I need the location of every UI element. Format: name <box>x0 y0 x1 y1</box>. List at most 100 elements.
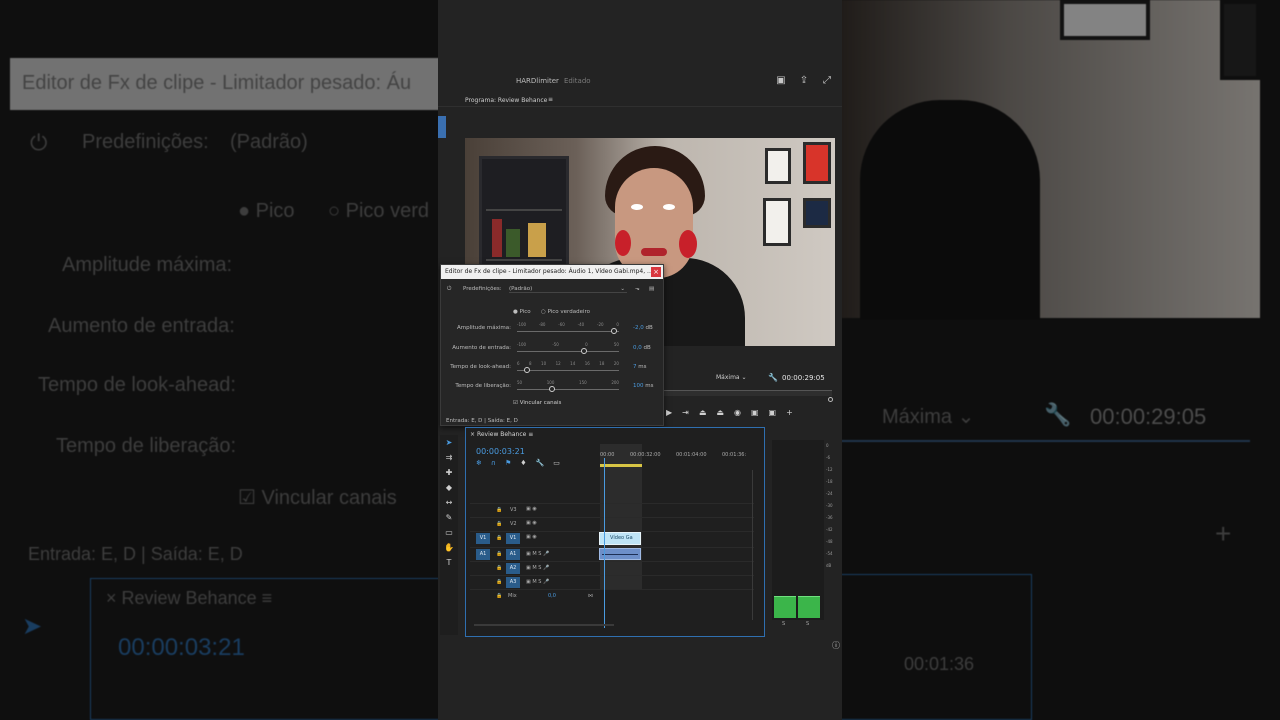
param-slider[interactable]: -100 -80 -60 -40 -20 0 <box>517 322 619 334</box>
video-clip[interactable]: Vídeo Ga <box>599 532 641 545</box>
timeline-toggles[interactable]: ❄∩⚑♦🔧▭ <box>476 459 569 467</box>
settings-wrench-icon[interactable]: 🔧 <box>768 373 778 382</box>
param-slider[interactable]: -100 -50 0 50 <box>517 342 619 354</box>
param-value[interactable]: 100 ms <box>633 383 653 389</box>
program-monitor-title: Programa: Review Behance <box>465 97 548 104</box>
radio-true-peak[interactable]: ○ Pico verdadeiro <box>541 309 590 315</box>
program-duration: 00:00:29:05 <box>782 374 825 382</box>
power-icon[interactable]: ⏻ <box>447 286 451 293</box>
subject-face <box>615 168 693 278</box>
source-patch-a1[interactable]: A1 <box>476 549 490 560</box>
delete-preset-icon[interactable]: ▤ <box>649 286 654 292</box>
project-separator: - <box>554 77 557 85</box>
param-value[interactable]: -2,0 dB <box>633 325 653 331</box>
info-icon[interactable]: ⓘ <box>832 640 840 651</box>
track-v3: 🔒 V3 ▣ ◉ <box>470 503 754 517</box>
title-bar: HARDlimiter - Editado ▣ ⇪ ⤢ <box>438 72 842 92</box>
meter-solo-right[interactable]: S <box>806 621 809 627</box>
slip-tool-icon[interactable]: ↔ <box>443 497 455 509</box>
param-value[interactable]: 0,0 dB <box>633 345 651 351</box>
meter-left <box>774 596 796 618</box>
param-label: Tempo de look-ahead: <box>450 364 511 370</box>
earring-left <box>615 230 631 256</box>
razor-tool-icon[interactable]: ◆ <box>443 482 455 494</box>
program-menu-icon[interactable]: ≡ <box>548 96 553 103</box>
clip-fx-editor-dialog: Editor de Fx de clipe - Limitador pesado… <box>440 264 664 426</box>
pen-tool-icon[interactable]: ✎ <box>443 512 455 524</box>
lock-icon[interactable]: 🔒 <box>496 535 502 541</box>
entry-status: Entrada: E, D | Saída: E, D <box>446 418 518 424</box>
background-left: Editor de Fx de clipe - Limitador pesado… <box>0 0 440 720</box>
timeline-tab[interactable]: × Review Behance ≡ <box>470 431 533 438</box>
dialog-title: Editor de Fx de clipe - Limitador pesado… <box>445 268 653 275</box>
left-panel-edge <box>438 116 446 138</box>
slider-knob[interactable] <box>548 386 555 392</box>
mix-end-icon[interactable]: ⋈ <box>588 593 593 599</box>
workspace-icon[interactable]: ▣ <box>775 75 787 87</box>
project-name: HARDlimiter <box>516 77 559 85</box>
lock-icon[interactable]: 🔒 <box>496 579 502 585</box>
horizontal-scrollbar[interactable] <box>474 624 614 626</box>
program-monitor-header: Programa: Review Behance ≡ <box>438 93 842 107</box>
presets-dropdown[interactable]: (Padrão) ⌄ <box>509 286 627 293</box>
param-slider[interactable]: 6 8 10 12 14 16 18 20 <box>517 361 619 373</box>
timeline-timecode[interactable]: 00:00:03:21 <box>476 447 525 456</box>
meter-scale: 0 -6 -12 -18 -24 -30 -36 -42 -48 -54 dB <box>826 443 833 568</box>
lock-icon[interactable]: 🔒 <box>496 593 502 599</box>
selection-tool-icon[interactable]: ➤ <box>443 437 455 449</box>
source-patch-v1[interactable]: V1 <box>476 533 490 544</box>
audio-clip[interactable] <box>599 548 641 560</box>
transport-buttons[interactable]: ▶⇥⏏⏏◉▣▣+ <box>666 408 803 417</box>
slider-knob[interactable] <box>611 328 618 334</box>
track-a2: 🔒 A2 ▣ M S 🎤 <box>470 561 754 575</box>
rectangle-tool-icon[interactable]: ▭ <box>443 527 455 539</box>
project-state: Editado <box>564 77 591 85</box>
earring-right <box>679 230 697 258</box>
mix-value[interactable]: 0,0 <box>548 593 556 599</box>
program-scrub-bar[interactable] <box>664 390 832 396</box>
lock-icon[interactable]: 🔒 <box>496 507 502 513</box>
zoom-select[interactable]: Máxima ⌄ <box>716 374 747 381</box>
track-output-icon[interactable]: ▣ ◉ <box>526 520 537 526</box>
scrub-end-handle[interactable] <box>828 397 833 402</box>
vertical-scrollbar[interactable] <box>752 470 756 620</box>
wall-frame-2 <box>803 142 831 184</box>
param-label: Aumento de entrada: <box>452 345 511 351</box>
mix-label: Mix <box>508 593 517 599</box>
dialog-close-button[interactable]: × <box>651 267 661 277</box>
timeline-panel: × Review Behance ≡ 00:00:03:21 ❄∩⚑♦🔧▭ 00… <box>465 427 765 637</box>
track-select-tool-icon[interactable]: ⇉ <box>443 452 455 464</box>
hand-tool-icon[interactable]: ✋ <box>443 542 455 554</box>
lock-icon[interactable]: 🔒 <box>496 551 502 557</box>
dialog-title-bar: Editor de Fx de clipe - Limitador pesado… <box>441 265 663 279</box>
link-channels-checkbox[interactable]: ☑ Vincular canais <box>513 400 561 406</box>
premiere-window: HARDlimiter - Editado ▣ ⇪ ⤢ Programa: Re… <box>438 0 842 720</box>
fullscreen-icon[interactable]: ⤢ <box>821 75 833 87</box>
radio-peak[interactable]: ● Pico <box>513 309 531 315</box>
slider-knob[interactable] <box>581 348 588 354</box>
track-output-icon[interactable]: ▣ ◉ <box>526 534 537 540</box>
track-a3: 🔒 A3 ▣ M S 🎤 <box>470 575 754 589</box>
track-output-icon[interactable]: ▣ ◉ <box>526 506 537 512</box>
screen: Editor de Fx de clipe - Limitador pesado… <box>0 0 1280 720</box>
share-icon[interactable]: ⇪ <box>798 75 810 87</box>
track-v2: 🔒 V2 ▣ ◉ <box>470 517 754 531</box>
track-controls[interactable]: ▣ M S 🎤 <box>526 565 549 571</box>
playhead[interactable] <box>604 458 605 628</box>
param-label: Amplitude máxima: <box>456 325 511 331</box>
lock-icon[interactable]: 🔒 <box>496 565 502 571</box>
track-controls[interactable]: ▣ M S 🎤 <box>526 551 549 557</box>
slider-knob[interactable] <box>523 367 530 373</box>
type-tool-icon[interactable]: T <box>443 557 455 569</box>
track-controls[interactable]: ▣ M S 🎤 <box>526 579 549 585</box>
lock-icon[interactable]: 🔒 <box>496 521 502 527</box>
meter-solo-left[interactable]: S <box>782 621 785 627</box>
save-preset-icon[interactable]: ⬎ <box>635 286 640 292</box>
meter-right <box>798 596 820 618</box>
ripple-edit-tool-icon[interactable]: ✚ <box>443 467 455 479</box>
wall-frame-4 <box>803 198 831 228</box>
param-slider[interactable]: 50 100 150 200 <box>517 380 619 392</box>
track-mix: 🔒 Mix 0,0 ⋈ <box>470 589 754 603</box>
param-value[interactable]: 7 ms <box>633 364 646 370</box>
wall-frame-1 <box>765 148 791 184</box>
